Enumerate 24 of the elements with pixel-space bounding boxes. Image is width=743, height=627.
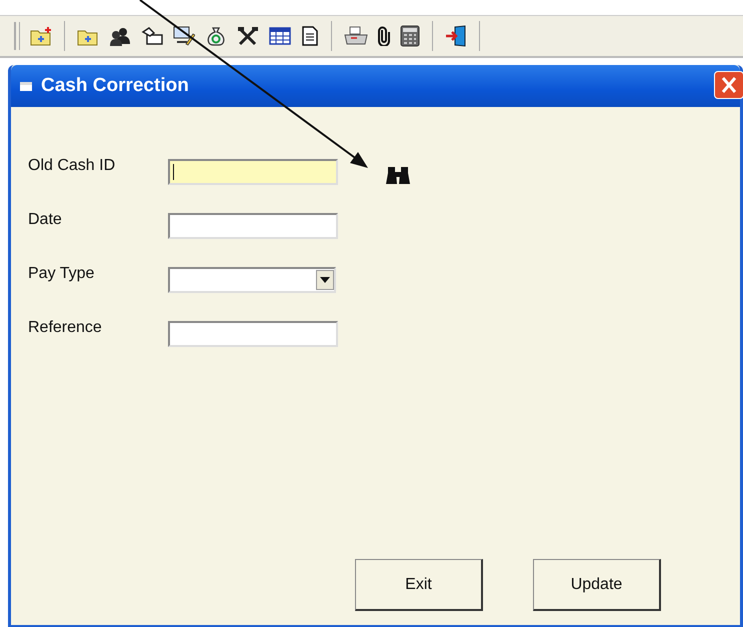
window-title: Cash Correction (41, 75, 189, 97)
form-button[interactable]: Update (533, 559, 661, 611)
window-icon (19, 80, 33, 92)
input-field[interactable] (168, 321, 338, 347)
paperclip-icon[interactable] (378, 26, 390, 46)
input-field[interactable] (168, 159, 338, 185)
document-icon[interactable] (301, 26, 319, 46)
field-label: Date (28, 210, 63, 229)
exit-door-icon[interactable] (445, 25, 467, 47)
form-button[interactable]: Exit (355, 559, 483, 611)
toolbar-grip[interactable] (14, 22, 20, 50)
field-label: Reference (28, 318, 103, 337)
field-label: Old Cash ID (28, 156, 116, 175)
money-bag-icon[interactable] (205, 26, 227, 46)
monitor-pen-icon[interactable] (173, 26, 195, 46)
dropdown-arrow-icon[interactable] (320, 277, 330, 283)
field-label: Pay Type (28, 264, 96, 283)
input-field[interactable] (168, 213, 338, 239)
new-folder-icon[interactable] (30, 26, 52, 46)
people-icon[interactable] (109, 26, 131, 46)
binoculars-icon[interactable] (385, 166, 411, 186)
printer-icon[interactable] (344, 26, 368, 46)
calculator-icon[interactable] (400, 25, 420, 47)
table-icon[interactable] (269, 26, 291, 46)
